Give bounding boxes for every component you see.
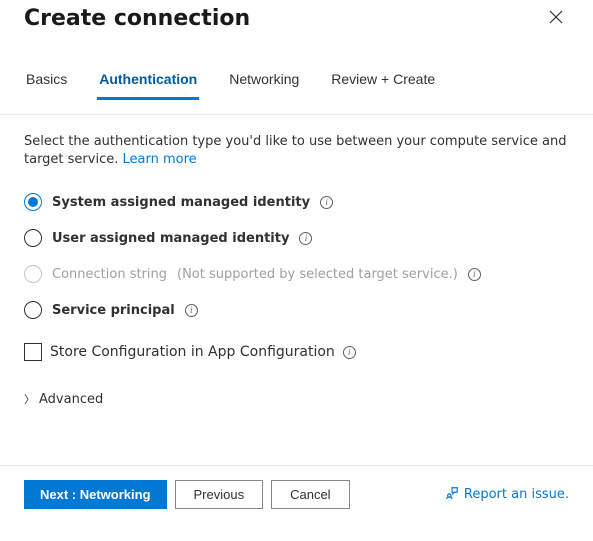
tab-review-create[interactable]: Review + Create [329,65,437,100]
report-issue-link[interactable]: Report an issue. [445,486,569,504]
option-label: Connection string [52,267,167,282]
auth-type-group: System assigned managed identity i User … [24,193,569,319]
radio-icon [24,301,42,319]
divider [0,465,593,466]
tab-networking[interactable]: Networking [227,65,301,100]
info-icon[interactable]: i [320,196,333,209]
tab-basics[interactable]: Basics [24,65,69,100]
report-issue-label: Report an issue. [464,487,569,502]
tab-bar: Basics Authentication Networking Review … [24,65,569,100]
option-service-principal[interactable]: Service principal i [24,301,569,319]
advanced-label: Advanced [39,392,103,407]
option-note: (Not supported by selected target servic… [177,267,458,282]
option-connection-string: Connection string (Not supported by sele… [24,265,569,283]
radio-icon [24,265,42,283]
close-button[interactable] [543,4,569,33]
next-button[interactable]: Next : Networking [24,480,167,509]
description: Select the authentication type you'd lik… [24,133,569,169]
previous-button[interactable]: Previous [175,480,264,509]
store-config-label: Store Configuration in App Configuration [50,344,335,360]
info-icon[interactable]: i [468,268,481,281]
info-icon[interactable]: i [185,304,198,317]
learn-more-link[interactable]: Learn more [123,152,197,167]
option-label: Service principal [52,303,175,318]
info-icon[interactable]: i [343,346,356,359]
chevron-right-icon: 〉 [24,391,35,407]
divider [0,114,593,115]
advanced-toggle[interactable]: 〉 Advanced [24,391,569,407]
page-title: Create connection [24,6,250,31]
option-system-assigned[interactable]: System assigned managed identity i [24,193,569,211]
option-user-assigned[interactable]: User assigned managed identity i [24,229,569,247]
store-config-row[interactable]: Store Configuration in App Configuration… [24,343,569,361]
option-label: System assigned managed identity [52,195,310,210]
description-text: Select the authentication type you'd lik… [24,134,566,167]
radio-icon [24,193,42,211]
option-label: User assigned managed identity [52,231,289,246]
tab-authentication[interactable]: Authentication [97,65,199,100]
person-feedback-icon [445,486,459,504]
radio-icon [24,229,42,247]
checkbox-icon [24,343,42,361]
cancel-button[interactable]: Cancel [271,480,349,509]
info-icon[interactable]: i [299,232,312,245]
close-icon [549,12,563,27]
